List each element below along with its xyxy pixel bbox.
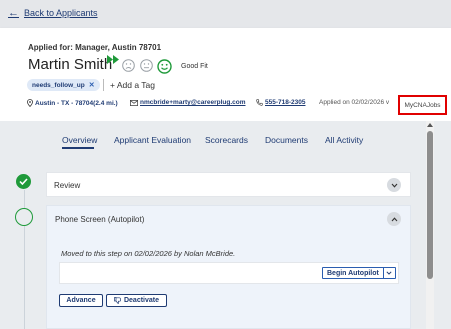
thumbs-down-icon (114, 297, 121, 304)
review-step-row[interactable]: Review (46, 172, 411, 197)
tab-scorecards[interactable]: Scorecards (205, 135, 248, 145)
envelope-icon (130, 99, 138, 106)
advance-label: Advance (66, 297, 96, 304)
chevron-down-icon (391, 183, 397, 188)
remove-tag-icon[interactable]: ✕ (89, 81, 95, 89)
applicant-name: Martin Smith (28, 56, 113, 73)
tag-divider (103, 79, 104, 91)
vertical-scrollbar[interactable] (426, 121, 434, 329)
phone-screen-panel: Phone Screen (Autopilot) Moved to this s… (46, 205, 411, 329)
autopilot-box: Begin Autopilot (59, 262, 399, 284)
sad-face-icon[interactable] (122, 59, 135, 72)
chevron-down-icon (386, 271, 392, 275)
check-icon (19, 178, 28, 185)
chevron-up-icon (427, 123, 433, 127)
collapse-phone-screen-button[interactable] (387, 212, 401, 226)
scroll-up-arrow[interactable] (426, 123, 434, 129)
back-link-label: Back to Applicants (24, 8, 98, 18)
deactivate-button[interactable]: Deactivate (106, 294, 167, 307)
tabs-bar: Overview Applicant Evaluation Scorecards… (0, 121, 426, 158)
source-badge: MyCNAJobs (398, 95, 447, 115)
phone-info[interactable]: 555-718-2305 (256, 99, 305, 106)
right-gutter (434, 121, 451, 329)
scroll-thumb[interactable] (427, 131, 433, 279)
step-current-indicator (15, 208, 33, 226)
step-complete-indicator (16, 174, 31, 189)
top-bar: ← Back to Applicants (0, 0, 451, 28)
back-to-applicants-link[interactable]: ← Back to Applicants (8, 6, 98, 19)
advance-button[interactable]: Advance (59, 294, 103, 307)
deactivate-label: Deactivate (123, 297, 160, 304)
chevron-up-icon (391, 216, 397, 221)
neutral-face-icon[interactable] (140, 59, 153, 72)
location-text: Austin - TX - 78704(2.4 mi.) (35, 99, 118, 107)
applicant-header-card: Applied for: Manager, Austin 78701 Marti… (0, 28, 451, 121)
fast-forward-icon (107, 55, 119, 64)
back-arrow-icon: ← (8, 6, 19, 19)
phone-icon (256, 99, 263, 106)
moved-to-step-text: Moved to this step on 02/02/2026 by Nola… (61, 249, 236, 258)
begin-autopilot-label: Begin Autopilot (327, 269, 379, 277)
tab-all-activity[interactable]: All Activity (325, 135, 363, 145)
fit-label: Good Fit (181, 63, 208, 70)
location-pin-icon (27, 99, 33, 107)
autopilot-dropdown-toggle[interactable] (382, 268, 395, 278)
review-step-label: Review (54, 181, 81, 190)
tab-applicant-evaluation[interactable]: Applicant Evaluation (114, 135, 191, 145)
applied-on-text: Applied on 02/02/2026 v (319, 99, 390, 106)
phone-link[interactable]: 555-718-2305 (265, 99, 305, 106)
add-tag-button[interactable]: + Add a Tag (110, 80, 155, 90)
tag-label: needs_follow_up (32, 81, 85, 89)
expand-review-button[interactable] (387, 178, 401, 192)
tab-overview[interactable]: Overview (62, 135, 97, 145)
phone-screen-label: Phone Screen (Autopilot) (55, 215, 145, 224)
email-info[interactable]: nmcbride+marty@careerplug.com (130, 99, 246, 106)
applied-for-text: Applied for: Manager, Austin 78701 (28, 43, 162, 52)
tab-documents[interactable]: Documents (265, 135, 308, 145)
email-link[interactable]: nmcbride+marty@careerplug.com (140, 99, 246, 106)
active-tab-indicator (62, 147, 94, 149)
tag-chip[interactable]: needs_follow_up ✕ (27, 79, 100, 91)
location-info: Austin - TX - 78704(2.4 mi.) (27, 99, 118, 107)
happy-face-icon[interactable] (157, 59, 172, 74)
begin-autopilot-button[interactable]: Begin Autopilot (322, 267, 396, 279)
